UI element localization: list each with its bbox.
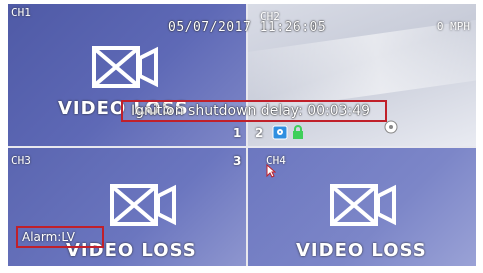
channel-1-label: CH1 bbox=[11, 6, 31, 19]
dvr-screen: CH1 VIDEO LOSS CH2 CH3 VIDEO LOSS CH4 VI… bbox=[8, 4, 476, 266]
lock-icon bbox=[293, 125, 303, 139]
mouse-cursor-icon bbox=[266, 164, 276, 178]
indicator-2: 2 bbox=[255, 126, 264, 140]
indicator-3: 3 bbox=[233, 154, 242, 168]
disc-icon bbox=[384, 120, 398, 134]
video-camera-off-icon bbox=[330, 184, 396, 226]
ignition-shutdown-text: Ignition shutdown delay: 00:03:49 bbox=[131, 103, 371, 119]
video-camera-off-icon bbox=[92, 46, 158, 88]
video-camera-off-icon bbox=[110, 184, 176, 226]
hdd-icon bbox=[272, 125, 288, 140]
alarm-text: Alarm:LV bbox=[22, 230, 75, 244]
speed-display: 0 MPH bbox=[436, 20, 470, 33]
channel-4-tile[interactable]: CH4 VIDEO LOSS bbox=[248, 148, 476, 266]
channel-3-label: CH3 bbox=[11, 154, 31, 167]
channel-3-tile[interactable]: CH3 VIDEO LOSS bbox=[8, 148, 246, 266]
alarm-notice: Alarm:LV bbox=[16, 226, 104, 248]
indicator-1: 1 bbox=[233, 126, 242, 140]
datetime-display: 05/07/2017 11:26:05 bbox=[168, 20, 327, 35]
channel-4-status: VIDEO LOSS bbox=[296, 240, 427, 261]
ignition-shutdown-notice: Ignition shutdown delay: 00:03:49 bbox=[121, 100, 387, 122]
